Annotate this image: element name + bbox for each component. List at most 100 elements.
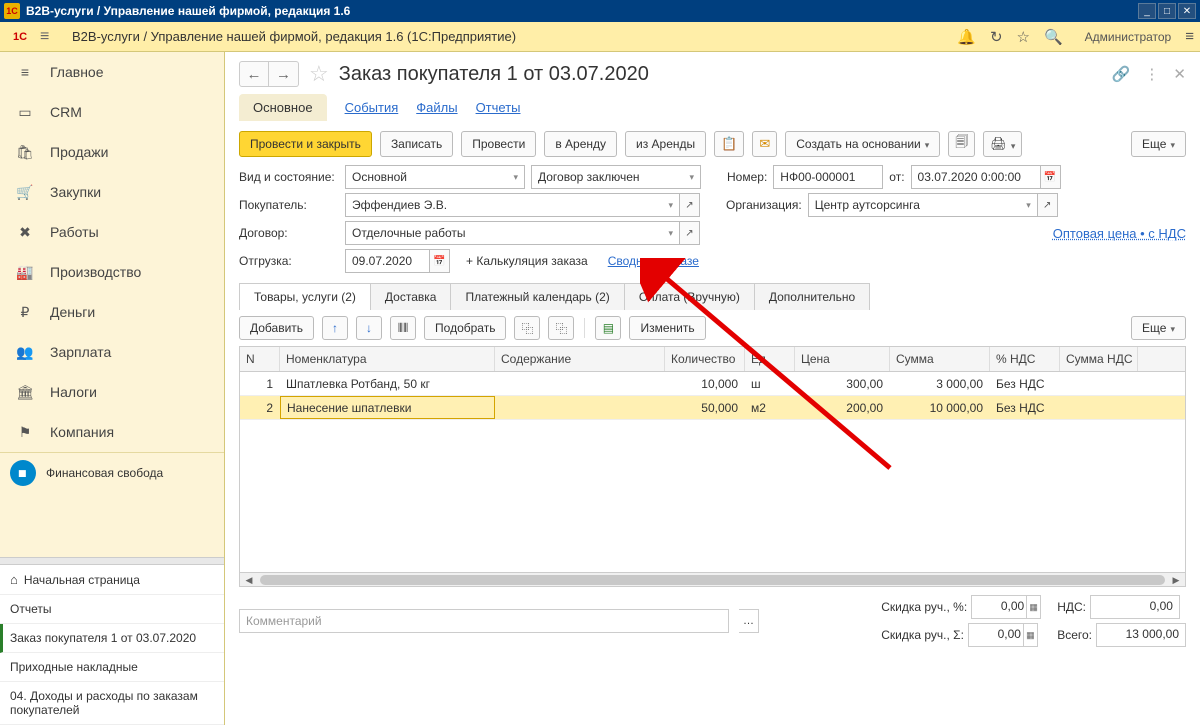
close-button[interactable]: ✕ [1178, 3, 1196, 19]
sidebar-scrollbar[interactable] [0, 557, 224, 564]
shipment-calendar-icon[interactable]: 📅 [430, 249, 450, 273]
col-n[interactable]: N [240, 347, 280, 371]
close-doc-button[interactable]: ✕ [1173, 65, 1186, 83]
col-quantity[interactable]: Количество [665, 347, 745, 371]
discount-sum-input[interactable]: 0,00▦ [968, 623, 1038, 647]
post-button[interactable]: Провести [461, 131, 536, 157]
tab-payment[interactable]: Оплата (Вручную) [625, 283, 755, 310]
tab-events[interactable]: События [345, 94, 399, 121]
org-input[interactable]: Центр аутсорсинга▾ [808, 193, 1038, 217]
menu-icon[interactable]: ≡ [40, 28, 64, 46]
forward-button[interactable]: → [269, 61, 299, 87]
barcode-button[interactable]: ⦀⦀ [390, 316, 416, 340]
post-and-close-button[interactable]: Провести и закрыть [239, 131, 372, 157]
more-button[interactable]: Еще [1131, 131, 1186, 157]
tab-delivery[interactable]: Доставка [371, 283, 452, 310]
tab-additional[interactable]: Дополнительно [755, 283, 870, 310]
price-type-link[interactable]: Оптовая цена • с НДС [1053, 226, 1186, 241]
copy-rows-button[interactable]: ⿻ [514, 316, 540, 340]
save-button[interactable]: Записать [380, 131, 453, 157]
tab-reports[interactable]: Отчеты [476, 94, 521, 121]
col-nomenclature[interactable]: Номенклатура [280, 347, 495, 371]
table-more-button[interactable]: Еще [1131, 316, 1186, 340]
paste-rows-button[interactable]: ⿻ [548, 316, 574, 340]
col-vat-sum[interactable]: Сумма НДС [1060, 347, 1138, 371]
col-price[interactable]: Цена [795, 347, 890, 371]
scroll-thumb[interactable] [260, 575, 1165, 585]
nav-home-page[interactable]: ⌂Начальная страница [0, 565, 224, 595]
tab-main[interactable]: Основное [239, 94, 327, 121]
open-org-button[interactable]: ↗ [1038, 193, 1058, 217]
discount-pct-input[interactable]: 0,00▦ [971, 595, 1041, 619]
sidebar-item-crm[interactable]: ▭CRM [0, 92, 224, 132]
order-summary-link[interactable]: Сводно о заказе [608, 254, 699, 268]
back-button[interactable]: ← [239, 61, 269, 87]
date-input[interactable]: 03.07.2020 0:00:00 [911, 165, 1041, 189]
status-input[interactable]: Договор заключен▾ [531, 165, 701, 189]
more-menu-icon[interactable]: ⋮ [1144, 65, 1159, 83]
nav-incoming[interactable]: Приходные накладные [0, 653, 224, 682]
col-unit[interactable]: Ед. [745, 347, 795, 371]
tab-goods[interactable]: Товары, услуги (2) [239, 283, 371, 310]
sidebar-item-production[interactable]: 🏭Производство [0, 252, 224, 292]
edit-row-button[interactable]: Изменить [629, 316, 705, 340]
col-sum[interactable]: Сумма [890, 347, 990, 371]
calc-link[interactable]: + Калькуляция заказа [466, 254, 588, 268]
link-icon[interactable]: 🔗 [1112, 65, 1131, 83]
sidebar-item-works[interactable]: ✖Работы [0, 212, 224, 252]
type-input[interactable]: Основной▾ [345, 165, 525, 189]
open-buyer-button[interactable]: ↗ [680, 193, 700, 217]
table-row[interactable]: 2 Нанесение шпатлевки 50,000 м2 200,00 1… [240, 396, 1185, 420]
shipment-date-input[interactable]: 09.07.2020 [345, 249, 430, 273]
spin-icon[interactable]: ▦ [1026, 596, 1040, 618]
nav-current-doc[interactable]: Заказ покупателя 1 от 03.07.2020 [0, 624, 224, 653]
paste-icon-button[interactable]: 📋 [714, 131, 744, 157]
nav-pnl-orders[interactable]: 04. Доходы и расходы по заказам покупате… [0, 682, 224, 725]
history-icon[interactable]: ↻ [990, 28, 1003, 46]
sidebar-item-money[interactable]: ₽Деньги [0, 292, 224, 332]
number-input[interactable]: НФ00-000001 [773, 165, 883, 189]
comment-expand-button[interactable]: … [739, 609, 759, 633]
to-rent-button[interactable]: в Аренду [544, 131, 617, 157]
col-vat[interactable]: % НДС [990, 347, 1060, 371]
print-button[interactable]: 🖨 [983, 131, 1022, 157]
user-label[interactable]: Администратор [1085, 30, 1172, 44]
minimize-button[interactable]: _ [1138, 3, 1156, 19]
col-content[interactable]: Содержание [495, 347, 665, 371]
bell-icon[interactable]: 🔔 [957, 28, 976, 46]
sidebar-item-company[interactable]: ⚑Компания [0, 412, 224, 452]
create-based-button[interactable]: Создать на основании [785, 131, 940, 157]
contract-input[interactable]: Отделочные работы▾ [345, 221, 680, 245]
sidebar-item-sales[interactable]: 🛍Продажи [0, 132, 224, 172]
buyer-input[interactable]: Эффендиев Э.В.▾ [345, 193, 680, 217]
card-view-button[interactable]: ▤ [595, 316, 621, 340]
star-icon[interactable]: ☆ [1017, 28, 1030, 46]
from-rent-button[interactable]: из Аренды [625, 131, 706, 157]
search-icon[interactable]: 🔍 [1044, 28, 1063, 46]
copy-doc-icon[interactable]: 🗐 [948, 131, 975, 157]
maximize-button[interactable]: □ [1158, 3, 1176, 19]
spin-icon[interactable]: ▦ [1023, 624, 1037, 646]
move-up-button[interactable]: ↑ [322, 316, 348, 340]
sidebar-item-purchases[interactable]: 🛒Закупки [0, 172, 224, 212]
nav-reports[interactable]: Отчеты [0, 595, 224, 624]
tab-pay-calendar[interactable]: Платежный календарь (2) [451, 283, 624, 310]
move-down-button[interactable]: ↓ [356, 316, 382, 340]
tab-files[interactable]: Файлы [416, 94, 457, 121]
sidebar-item-salary[interactable]: 👥Зарплата [0, 332, 224, 372]
calendar-icon[interactable]: 📅 [1041, 165, 1061, 189]
table-row[interactable]: 1 Шпатлевка Ротбанд, 50 кг 10,000 ш 300,… [240, 372, 1185, 396]
sidebar-item-main[interactable]: ≡Главное [0, 52, 224, 92]
pick-button[interactable]: Подобрать [424, 316, 506, 340]
table-scrollbar[interactable]: ◀ ▶ [240, 572, 1185, 586]
more-icon[interactable]: ≡ [1185, 28, 1194, 45]
scroll-left-icon[interactable]: ◀ [242, 573, 256, 587]
comment-input[interactable]: Комментарий [239, 609, 729, 633]
mail-icon-button[interactable]: ✉ [752, 131, 777, 157]
scroll-right-icon[interactable]: ▶ [1169, 573, 1183, 587]
add-row-button[interactable]: Добавить [239, 316, 314, 340]
favorite-button[interactable]: ☆ [309, 61, 329, 87]
sidebar-item-fin-freedom[interactable]: ◆ Финансовая свобода [0, 452, 224, 492]
sidebar-item-taxes[interactable]: 🏛Налоги [0, 372, 224, 412]
open-contract-button[interactable]: ↗ [680, 221, 700, 245]
